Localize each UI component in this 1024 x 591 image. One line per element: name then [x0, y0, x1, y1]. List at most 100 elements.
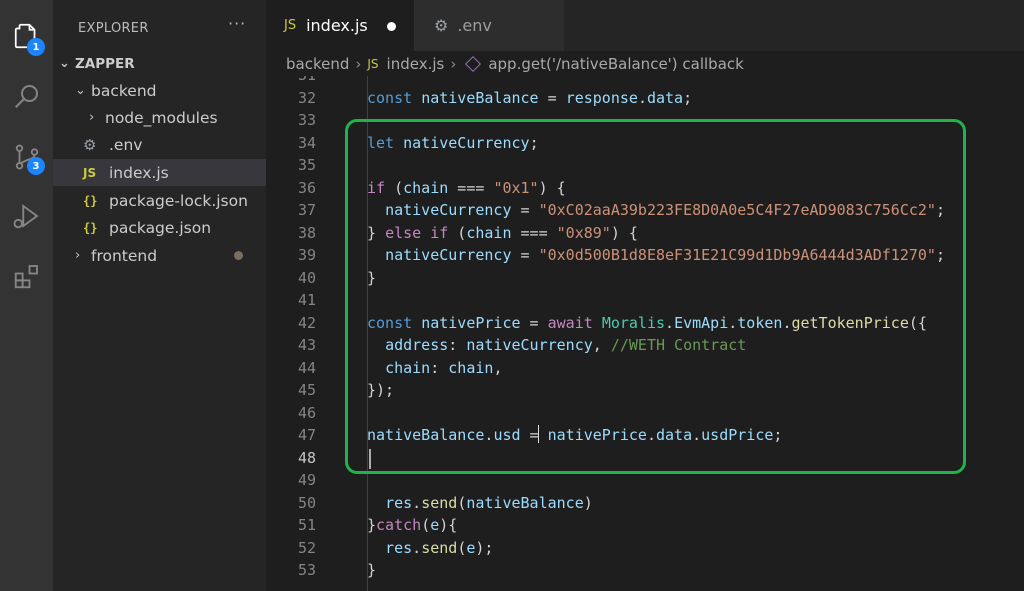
- tree-file-env[interactable]: ⚙ .env: [53, 131, 266, 158]
- code-token: }: [367, 561, 377, 579]
- tree-file-package-lock-json[interactable]: {} package-lock.json: [53, 187, 266, 214]
- code-line[interactable]: 50 res.send(nativeBalance): [266, 492, 1024, 515]
- code-text: nativeBalance.usd = nativePrice.data.usd…: [367, 424, 782, 447]
- explorer-icon[interactable]: [0, 12, 53, 60]
- run-debug-icon[interactable]: [0, 192, 53, 240]
- tab-env[interactable]: ⚙ .env: [414, 0, 564, 51]
- tree-folder-frontend[interactable]: › frontend: [53, 242, 266, 269]
- code-token: ({: [908, 313, 927, 332]
- line-number: 53: [297, 561, 316, 579]
- tree-item-label: package-lock.json: [109, 191, 248, 210]
- code-token: send: [421, 493, 458, 512]
- line-number: 47: [297, 426, 316, 444]
- tab-label: .env: [457, 16, 492, 35]
- chevron-down-icon: ⌄: [75, 83, 86, 98]
- tree-item-label: .env: [109, 135, 143, 154]
- breadcrumb-file[interactable]: index.js: [387, 55, 445, 73]
- code-line[interactable]: 34 let nativeCurrency;: [266, 132, 1024, 155]
- code-line[interactable]: 36 if (chain === "0x1") {: [266, 177, 1024, 200]
- code-token: send: [421, 538, 458, 557]
- code-line[interactable]: 32 const nativeBalance = response.data;: [266, 87, 1024, 110]
- tree-item-label: ZAPPER: [75, 55, 135, 72]
- tree-folder-backend[interactable]: ⌄ backend: [53, 77, 266, 104]
- code-line[interactable]: 44 chain: chain,: [266, 357, 1024, 380]
- code-line[interactable]: 39 nativeCurrency = "0x0d500B1d8E8eF31E2…: [266, 244, 1024, 267]
- code-editor[interactable]: 3132 const nativeBalance = response.data;…: [266, 76, 1024, 591]
- tree-root-zapper[interactable]: ⌄ ZAPPER: [53, 50, 266, 77]
- json-file-icon: {}: [83, 220, 98, 235]
- line-number: 48: [297, 448, 316, 467]
- code-line[interactable]: 38} else if (chain === "0x89") {: [266, 222, 1024, 245]
- source-control-icon[interactable]: [0, 133, 53, 181]
- code-token: (: [457, 538, 467, 557]
- code-line[interactable]: 42 const nativePrice = await Moralis.EvmA…: [266, 312, 1024, 335]
- text-caret: [369, 449, 371, 469]
- code-token: ;: [773, 426, 783, 444]
- code-token: ){: [439, 516, 458, 534]
- code-line[interactable]: 31: [266, 76, 1024, 87]
- code-token: ;: [935, 201, 945, 219]
- search-icon[interactable]: [0, 72, 53, 120]
- line-number: 35: [297, 156, 316, 174]
- line-number: 34: [297, 133, 316, 152]
- extensions-icon[interactable]: [0, 252, 53, 300]
- code-text: const nativeBalance = response.data;: [367, 87, 692, 110]
- code-token: .: [412, 493, 422, 512]
- code-token: (: [385, 178, 404, 197]
- code-token: .: [665, 313, 675, 332]
- code-line[interactable]: 43 address: nativeCurrency, //WETH Contr…: [266, 334, 1024, 357]
- code-text: });: [367, 379, 394, 402]
- line-number: 32: [297, 88, 316, 107]
- tree-file-index-js[interactable]: JS index.js: [53, 159, 266, 186]
- line-number: 36: [297, 178, 316, 197]
- code-token: e: [430, 516, 440, 534]
- code-text: const nativePrice = await Moralis.EvmApi…: [367, 312, 927, 335]
- code-line[interactable]: 37 nativeCurrency = "0xC02aaA39b223FE8D0…: [266, 199, 1024, 222]
- code-token: nativeCurrency: [385, 246, 512, 264]
- breadcrumb-folder[interactable]: backend: [286, 55, 349, 73]
- more-actions-icon[interactable]: ···: [228, 14, 246, 33]
- code-line[interactable]: 33: [266, 109, 1024, 132]
- code-line[interactable]: 53}: [266, 559, 1024, 582]
- code-text: res.send(nativeBalance): [367, 492, 593, 515]
- chevron-down-icon: ⌄: [59, 56, 70, 71]
- code-token: //WETH Contract: [610, 336, 747, 354]
- tree-folder-node-modules[interactable]: › node_modules: [53, 104, 266, 131]
- code-text: address: nativeCurrency, //WETH Contract: [367, 334, 746, 357]
- js-file-icon: JS: [367, 56, 379, 71]
- code-token: nativeBalance: [421, 88, 539, 107]
- code-line[interactable]: 51}catch(e){: [266, 514, 1024, 537]
- code-token: "0x1": [493, 178, 539, 197]
- code-token: "0x0d500B1d8E8eF31E21C99d1Db9A6444d3ADf1…: [538, 246, 936, 264]
- line-number: 44: [297, 358, 316, 377]
- line-number: 39: [297, 246, 316, 264]
- code-token: nativeCurrency: [466, 336, 593, 354]
- breadcrumb-symbol[interactable]: app.get('/nativeBalance') callback: [488, 55, 744, 73]
- unsaved-dot-icon[interactable]: [387, 22, 396, 31]
- code-token: ;: [683, 88, 693, 107]
- code-line[interactable]: 49: [266, 469, 1024, 492]
- code-token: ===: [511, 223, 557, 242]
- code-line[interactable]: 41: [266, 289, 1024, 312]
- tree-item-label: index.js: [109, 163, 169, 182]
- code-text: if (chain === "0x1") {: [367, 177, 566, 200]
- code-line[interactable]: 40}: [266, 267, 1024, 290]
- tab-index-js[interactable]: JS index.js: [266, 0, 414, 51]
- code-line[interactable]: 48: [266, 447, 1024, 470]
- tree-file-package-json[interactable]: {} package.json: [53, 214, 266, 241]
- code-line[interactable]: 35: [266, 154, 1024, 177]
- code-line[interactable]: 45});: [266, 379, 1024, 402]
- code-token: :: [430, 358, 449, 377]
- tree-item-label: node_modules: [105, 108, 218, 127]
- code-line[interactable]: 46: [266, 402, 1024, 425]
- code-line[interactable]: 52 res.send(e);: [266, 537, 1024, 560]
- code-token: =: [520, 313, 548, 332]
- code-token: ,: [493, 358, 503, 377]
- line-number: 40: [297, 268, 316, 287]
- code-text: let nativeCurrency;: [367, 132, 539, 155]
- code-line[interactable]: 47 nativeBalance.usd = nativePrice.data.u…: [266, 424, 1024, 447]
